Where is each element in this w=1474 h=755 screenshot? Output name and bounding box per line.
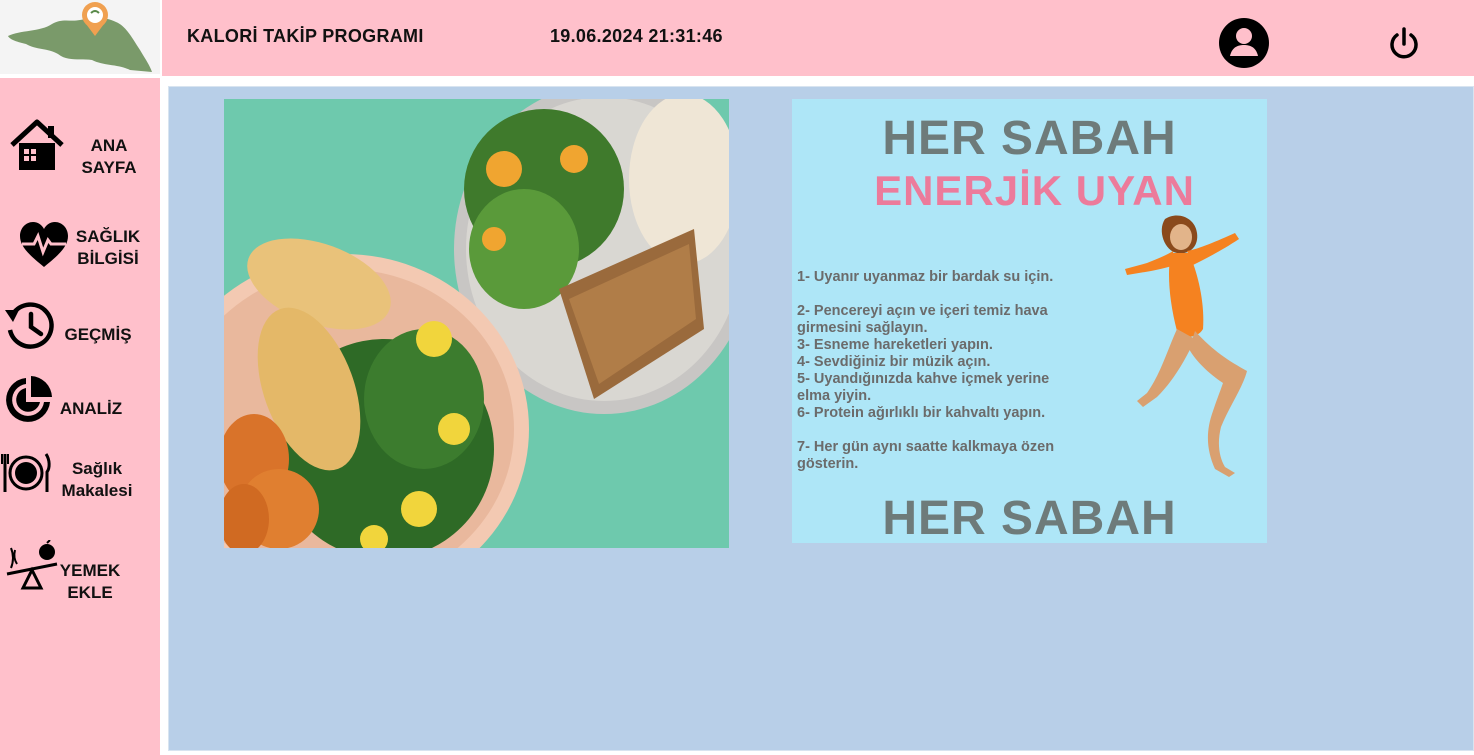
sidebar-item-add-food[interactable]: YEMEK EKLE (0, 540, 160, 602)
poster-tip: 1- Uyanır uyanmaz bir bardak su için. (797, 269, 1054, 285)
top-header: KALORİ TAKİP PROGRAMI 19.06.2024 21:31:4… (162, 0, 1474, 76)
dancer-illustration (1125, 215, 1247, 477)
power-icon[interactable] (1386, 26, 1422, 67)
poster-footer: HER SABAH (882, 492, 1177, 543)
sidebar-item-label: YEMEK EKLE (59, 561, 121, 602)
sidebar-item-label: SAĞLIK BİLGİSİ (75, 227, 141, 268)
sidebar-item-history[interactable]: GEÇMİŞ (0, 298, 160, 352)
history-clock-icon (5, 302, 54, 349)
poster-heading: HER SABAH (882, 112, 1177, 165)
sidebar-item-label: ANALİZ (59, 399, 123, 418)
morning-energy-poster: HER SABAH ENERJİK UYAN 1- Uyanır uyanmaz… (792, 99, 1267, 543)
home-icon (10, 119, 64, 170)
poster-tip: 4- Sevdiğiniz bir müzik açın. (797, 354, 991, 370)
user-circle-icon[interactable] (1218, 17, 1270, 74)
sidebar: ANA SAYFA SAĞLIK BİLGİSİ GEÇMİŞ ANALİZ S… (0, 78, 160, 755)
sidebar-item-label: Sağlık Makalesi (61, 459, 133, 500)
pie-chart-icon (6, 376, 52, 422)
poster-tip: 5- Uyandığınızda kahve içmek yerine elma… (797, 371, 1050, 404)
main-content: HER SABAH ENERJİK UYAN 1- Uyanır uyanmaz… (168, 86, 1474, 751)
app-logo (0, 0, 160, 74)
poster-subheading: ENERJİK UYAN (874, 167, 1195, 214)
sidebar-item-label: GEÇMİŞ (64, 325, 132, 344)
sidebar-item-label: ANA SAYFA (81, 136, 137, 177)
sidebar-item-home[interactable]: ANA SAYFA (0, 116, 160, 177)
sidebar-item-analysis[interactable]: ANALİZ (0, 372, 160, 428)
food-scale-icon (6, 540, 58, 590)
healthy-food-image (224, 99, 729, 548)
poster-tip: 3- Esneme hareketleri yapın. (797, 337, 993, 353)
heart-pulse-icon (20, 222, 68, 267)
poster-tip: 2- Pencereyi açın ve içeri temiz hava gi… (797, 303, 1048, 336)
plate-cutlery-icon (1, 453, 51, 492)
poster-tip: 6- Protein ağırlıklı bir kahvaltı yapın. (797, 405, 1046, 421)
sidebar-item-health-info[interactable]: SAĞLIK BİLGİSİ (0, 218, 160, 278)
app-title: KALORİ TAKİP PROGRAMI (187, 26, 424, 46)
datetime-display: 19.06.2024 21:31:46 (550, 26, 723, 46)
poster-tip: 7- Her gün aynı saatte kalkmaya özen gös… (797, 439, 1055, 472)
sidebar-item-health-articles[interactable]: Sağlık Makalesi (0, 448, 160, 508)
